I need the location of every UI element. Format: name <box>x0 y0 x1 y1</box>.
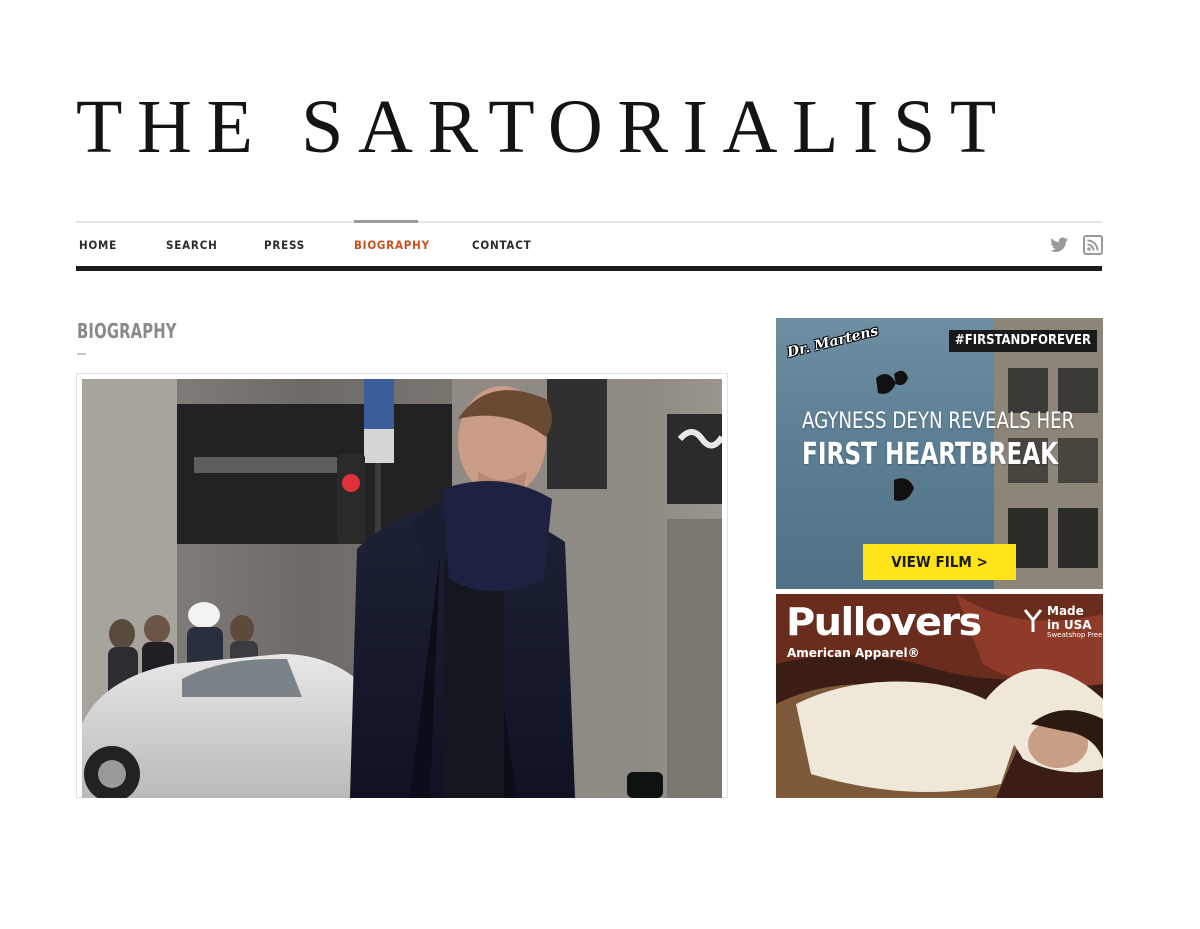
made-in-usa-badge: Made in USA Sweatshop Free <box>1023 604 1102 642</box>
biography-photo <box>82 379 722 798</box>
ad-hashtag: #FIRSTANDFOREVER <box>948 330 1097 352</box>
site-title[interactable]: THE SARTORIALIST <box>76 86 1104 168</box>
ad-brand: American Apparel® <box>787 646 920 660</box>
nav-item-search[interactable]: SEARCH <box>166 236 218 254</box>
nav-top-divider <box>76 221 1102 223</box>
nav-item-home[interactable]: HOME <box>79 236 117 254</box>
view-film-button[interactable]: VIEW FILM > <box>863 544 1016 580</box>
nav-item-biography[interactable]: BIOGRAPHY <box>354 236 430 254</box>
page-title: BIOGRAPHY <box>77 319 177 343</box>
ad-title: Pullovers <box>786 600 982 644</box>
ad-headline: AGYNESS DEYN REVEALS HER FIRST HEARTBREA… <box>802 408 1102 474</box>
drmartens-logo: Dr. Martens <box>785 322 880 362</box>
ad-american-apparel[interactable]: Pullovers American Apparel® Made in USA … <box>776 594 1103 798</box>
nav-bottom-divider <box>76 266 1102 271</box>
rss-icon[interactable] <box>1082 234 1104 256</box>
ad-drmartens[interactable]: Dr. Martens #FIRSTANDFOREVER AGYNESS DEY… <box>776 318 1103 589</box>
nav-item-press[interactable]: PRESS <box>264 236 305 254</box>
ad-headline-line2: FIRST HEARTBREAK <box>802 437 1059 472</box>
nav-active-indicator <box>354 220 418 223</box>
page-title-underline <box>77 353 86 355</box>
twitter-icon[interactable] <box>1048 234 1070 256</box>
nav-item-contact[interactable]: CONTACT <box>472 236 531 254</box>
ad-headline-line1: AGYNESS DEYN REVEALS HER <box>802 409 1075 434</box>
biography-photo-frame <box>76 373 728 798</box>
